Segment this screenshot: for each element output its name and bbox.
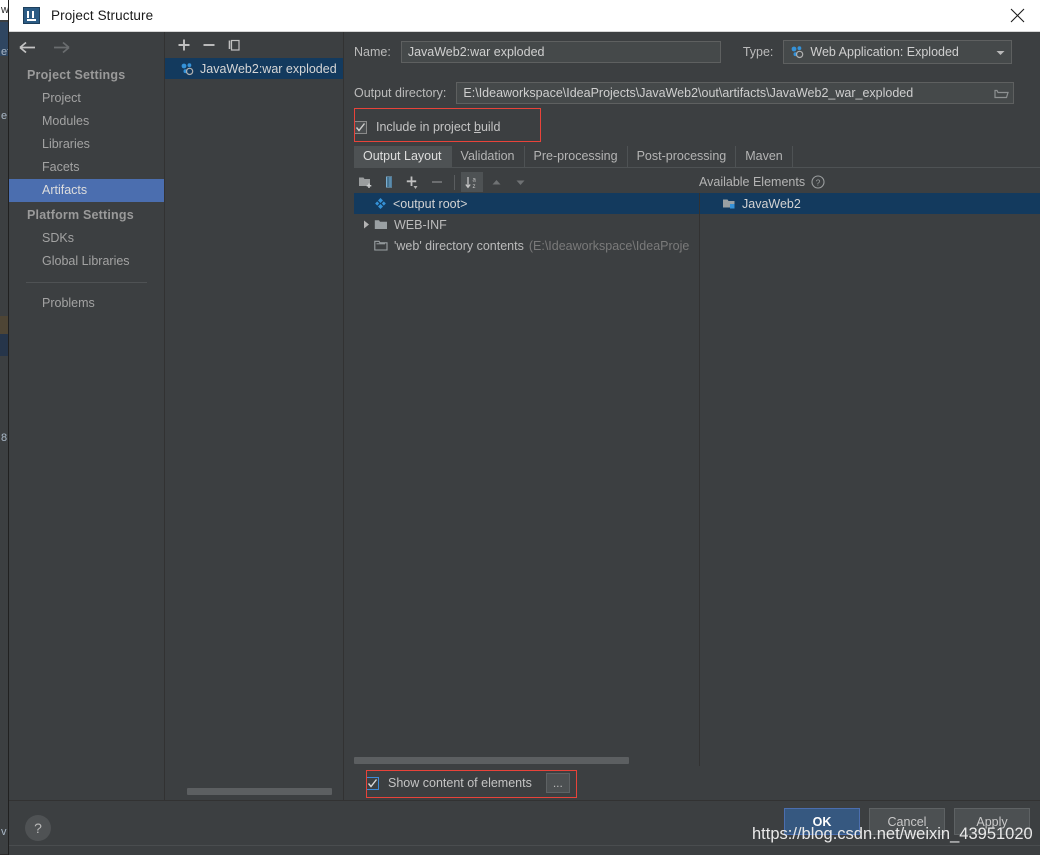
sidebar-item-problems[interactable]: Problems — [9, 292, 164, 315]
tree-row[interactable]: 'web' directory contents (E:\Ideaworkspa… — [354, 235, 699, 256]
tree-row[interactable]: JavaWeb2 — [700, 193, 1040, 214]
tree-row[interactable]: WEB-INF — [354, 214, 699, 235]
sidebar-item-project[interactable]: Project — [9, 87, 164, 110]
folder-icon — [374, 218, 388, 231]
tree-row[interactable]: <output root> — [354, 193, 699, 214]
output-directory-value: E:\Ideaworkspace\IdeaProjects\JavaWeb2\o… — [463, 86, 914, 100]
output-directory-input[interactable]: E:\Ideaworkspace\IdeaProjects\JavaWeb2\o… — [456, 82, 1015, 104]
name-label: Name: — [354, 45, 391, 59]
archive-icon[interactable] — [378, 172, 400, 192]
output-layout-toolbar: a z Available Elements ? — [354, 171, 1040, 193]
tab-maven[interactable]: Maven — [736, 146, 793, 167]
available-elements-label: Available Elements — [699, 175, 806, 189]
triangle-down-icon — [509, 172, 531, 192]
add-artifact-button[interactable] — [173, 35, 195, 55]
show-content-row: Show content of elements ... — [344, 766, 1040, 800]
tab-validation[interactable]: Validation — [452, 146, 525, 167]
minus-icon — [426, 172, 448, 192]
question-circle-icon[interactable]: ? — [811, 175, 825, 189]
type-dropdown[interactable]: Web Application: Exploded — [783, 40, 1013, 64]
sidebar-group-platform-settings: Platform Settings — [27, 208, 134, 222]
scrollbar-thumb[interactable] — [187, 788, 332, 795]
output-tree-horizontal-scrollbar[interactable] — [354, 756, 699, 766]
dialog-titlebar: Project Structure — [9, 0, 1040, 32]
show-content-label: Show content of elements — [388, 776, 532, 790]
sidebar-item-sdks[interactable]: SDKs — [9, 227, 164, 250]
artifact-toolbar — [165, 32, 343, 58]
watermark-text: https://blog.csdn.net/weixin_43951020 — [752, 825, 1033, 843]
output-tree-body: <output root> WEB-INF 'web' directory co… — [354, 193, 699, 756]
svg-text:z: z — [473, 184, 476, 190]
sort-az-icon[interactable]: a z — [461, 172, 483, 192]
available-elements-header: Available Elements ? — [699, 175, 825, 189]
sidebar-group-project-settings: Project Settings — [27, 68, 126, 82]
sidebar-item-facets[interactable]: Facets — [9, 156, 164, 179]
sidebar-item-global-libraries[interactable]: Global Libraries — [9, 250, 164, 273]
tab-pre-processing[interactable]: Pre-processing — [525, 146, 628, 167]
layout-panes: <output root> WEB-INF 'web' directory co… — [344, 193, 1040, 766]
type-label: Type: — [742, 45, 774, 59]
tab-output-layout[interactable]: Output Layout — [354, 146, 452, 167]
remove-artifact-button[interactable] — [198, 35, 220, 55]
output-directory-row: Output directory: E:\Ideaworkspace\IdeaP… — [354, 76, 1040, 110]
dialog-body: Project Settings Project Modules Librari… — [9, 32, 1040, 800]
output-root-icon — [374, 197, 387, 210]
sidebar-item-modules[interactable]: Modules — [9, 110, 164, 133]
folder-open-icon[interactable] — [994, 87, 1010, 100]
artifact-list-panel: JavaWeb2:war exploded — [165, 32, 344, 800]
tree-row-label: WEB-INF — [394, 217, 447, 232]
include-in-build-checkbox[interactable] — [354, 120, 367, 134]
sidebar-item-artifacts[interactable]: Artifacts — [9, 179, 164, 202]
type-value: Web Application: Exploded — [810, 45, 959, 59]
chevron-right-icon[interactable] — [358, 219, 374, 230]
close-icon[interactable] — [994, 0, 1040, 31]
module-icon — [722, 197, 736, 210]
intellij-idea-icon — [23, 7, 40, 24]
triangle-up-icon — [485, 172, 507, 192]
show-content-checkbox[interactable] — [366, 776, 379, 790]
detail-tabs: Output Layout Validation Pre-processing … — [354, 145, 1040, 168]
question-mark-icon[interactable]: ? — [25, 814, 51, 841]
tree-row-label: <output root> — [393, 196, 468, 211]
folder-add-icon[interactable] — [354, 172, 376, 192]
tree-row-detail: (E:\Ideaworkspace\IdeaProje — [528, 238, 690, 253]
sidebar-item-libraries[interactable]: Libraries — [9, 133, 164, 156]
tree-row-label: JavaWeb2 — [742, 196, 801, 211]
svg-text:a: a — [473, 177, 477, 183]
project-structure-dialog: Project Structure Project Settings Proje… — [9, 0, 1040, 854]
list-item[interactable]: JavaWeb2:war exploded — [165, 58, 343, 79]
arrow-right-icon — [52, 38, 70, 56]
tab-post-processing[interactable]: Post-processing — [628, 146, 737, 167]
artifact-list[interactable]: JavaWeb2:war exploded — [165, 58, 343, 787]
available-elements-tree[interactable]: JavaWeb2 — [700, 193, 1040, 766]
dialog-title: Project Structure — [51, 8, 154, 23]
settings-sidebar: Project Settings Project Modules Librari… — [9, 32, 165, 800]
toolbar-divider — [454, 174, 455, 190]
include-in-build-label: Include in project build — [376, 120, 501, 134]
show-content-options-button[interactable]: ... — [545, 773, 570, 793]
artifact-horizontal-scrollbar[interactable] — [165, 787, 343, 796]
sidebar-divider — [26, 282, 147, 283]
tree-row-label: 'web' directory contents — [394, 238, 524, 253]
name-input[interactable] — [400, 41, 721, 63]
artifact-detail-panel: Name: Type: Web Application: Exploded — [344, 32, 1040, 800]
war-exploded-icon — [790, 45, 804, 59]
scrollbar-thumb[interactable] — [354, 757, 629, 764]
copy-artifact-button[interactable] — [223, 35, 245, 55]
directory-contents-icon — [374, 239, 388, 252]
war-exploded-icon — [180, 62, 194, 76]
navigation-arrows — [9, 32, 164, 62]
artifact-label: JavaWeb2:war exploded — [200, 61, 337, 76]
chevron-down-icon[interactable] — [994, 46, 1007, 59]
arrow-left-icon[interactable] — [18, 38, 36, 56]
output-directory-label: Output directory: — [354, 86, 447, 100]
output-layout-tree[interactable]: <output root> WEB-INF 'web' directory co… — [354, 193, 700, 766]
svg-text:?: ? — [816, 178, 821, 188]
plus-dropdown-icon[interactable] — [402, 172, 424, 192]
include-in-build-row: Include in project build — [354, 108, 1040, 142]
name-row: Name: Type: Web Application: Exploded — [354, 32, 1040, 72]
